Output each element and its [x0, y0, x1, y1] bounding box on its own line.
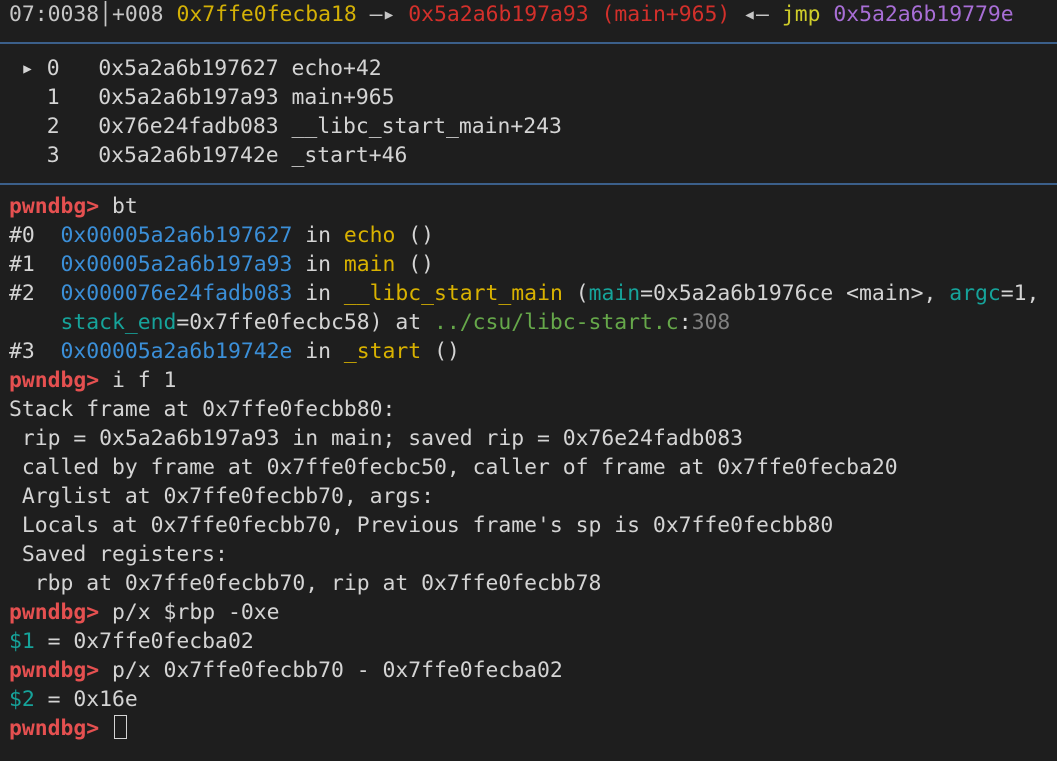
prompt: pwndbg>: [9, 658, 100, 683]
backtrace-row: 1 0x5a2a6b197a93 main+965: [46, 85, 395, 110]
bt-frame-row: #2 0x000076e24fadb083 in __libc_start_ma…: [9, 281, 1040, 306]
prompt: pwndbg>: [9, 368, 100, 393]
frame-info-line: rbp at 0x7ffe0fecbb70, rip at 0x7ffe0fec…: [9, 571, 602, 596]
command-line: pwndbg> p/x 0x7ffe0fecbb70 - 0x7ffe0fecb…: [9, 656, 1057, 685]
frame-info-line: Arglist at 0x7ffe0fecbb70, args:: [9, 484, 434, 509]
jmp-target: 0x5a2a6b19779e: [833, 2, 1014, 27]
frame-info-line: rip = 0x5a2a6b197a93 in main; saved rip …: [9, 426, 744, 451]
backtrace-panel: ▸ 0 0x5a2a6b197627 echo+42 1 0x5a2a6b197…: [9, 54, 1057, 170]
prompt: pwndbg>: [9, 600, 100, 625]
text-cursor[interactable]: [114, 715, 128, 739]
source-line: 308: [691, 310, 731, 335]
input-line[interactable]: pwndbg>: [9, 714, 1057, 743]
command-text: p/x $rbp -0xe: [112, 600, 280, 625]
command-line: pwndbg> p/x $rbp -0xe: [9, 598, 1057, 627]
source-file: ../csu/libc-start.c: [434, 310, 679, 335]
section-divider: [0, 183, 1057, 185]
bt-frame-row: #3 0x00005a2a6b19742e in _start (): [9, 339, 460, 364]
result-var: $1: [9, 629, 35, 654]
stack-address: 0x7ffe0fecba18: [176, 2, 357, 27]
current-frame-marker-icon: ▸: [21, 56, 34, 81]
print-result: $1 = 0x7ffe0fecba02: [9, 629, 254, 654]
deref-arrow-icon: —▸: [369, 2, 396, 27]
stack-instr: jmp: [781, 2, 821, 27]
bt-frame-row: #0 0x00005a2a6b197627 in echo (): [9, 223, 435, 248]
print-result: $2 = 0x16e: [9, 687, 138, 712]
back-arrow-icon: ◂—: [743, 2, 769, 27]
prompt: pwndbg>: [9, 716, 100, 741]
frame-info-line: Saved registers:: [9, 542, 228, 567]
backtrace-row: 3 0x5a2a6b19742e _start+46: [46, 143, 408, 168]
stack-index: 07:0038: [9, 2, 100, 27]
stack-entry-line: 07:0038│+008 0x7ffe0fecba18 —▸ 0x5a2a6b1…: [9, 2, 1014, 27]
command-line: pwndbg> bt: [9, 192, 1057, 221]
prompt: pwndbg>: [9, 194, 100, 219]
command-text: i f 1: [112, 368, 177, 393]
command-text: p/x 0x7ffe0fecbb70 - 0x7ffe0fecba02: [112, 658, 563, 683]
stack-target: 0x5a2a6b197a93 (main+965): [408, 2, 731, 27]
frame-info-line: Locals at 0x7ffe0fecbb70, Previous frame…: [9, 513, 834, 538]
stack-offset: +008: [112, 2, 164, 27]
backtrace-row: 2 0x76e24fadb083 __libc_start_main+243: [46, 114, 562, 139]
command-line: pwndbg> i f 1: [9, 366, 1057, 395]
frame-info-line: Stack frame at 0x7ffe0fecbb80:: [9, 397, 396, 422]
command-text: bt: [112, 194, 138, 219]
section-divider: [0, 42, 1057, 44]
terminal-window[interactable]: 07:0038│+008 0x7ffe0fecba18 —▸ 0x5a2a6b1…: [0, 0, 1057, 761]
backtrace-row: ▸ 0 0x5a2a6b197627 echo+42: [21, 56, 382, 81]
result-var: $2: [9, 687, 35, 712]
frame-info-line: called by frame at 0x7ffe0fecbc50, calle…: [9, 455, 898, 480]
bt-frame-row-continued: stack_end=0x7ffe0fecbc58) at ../csu/libc…: [60, 310, 731, 335]
bt-frame-row: #1 0x00005a2a6b197a93 in main (): [9, 252, 435, 277]
